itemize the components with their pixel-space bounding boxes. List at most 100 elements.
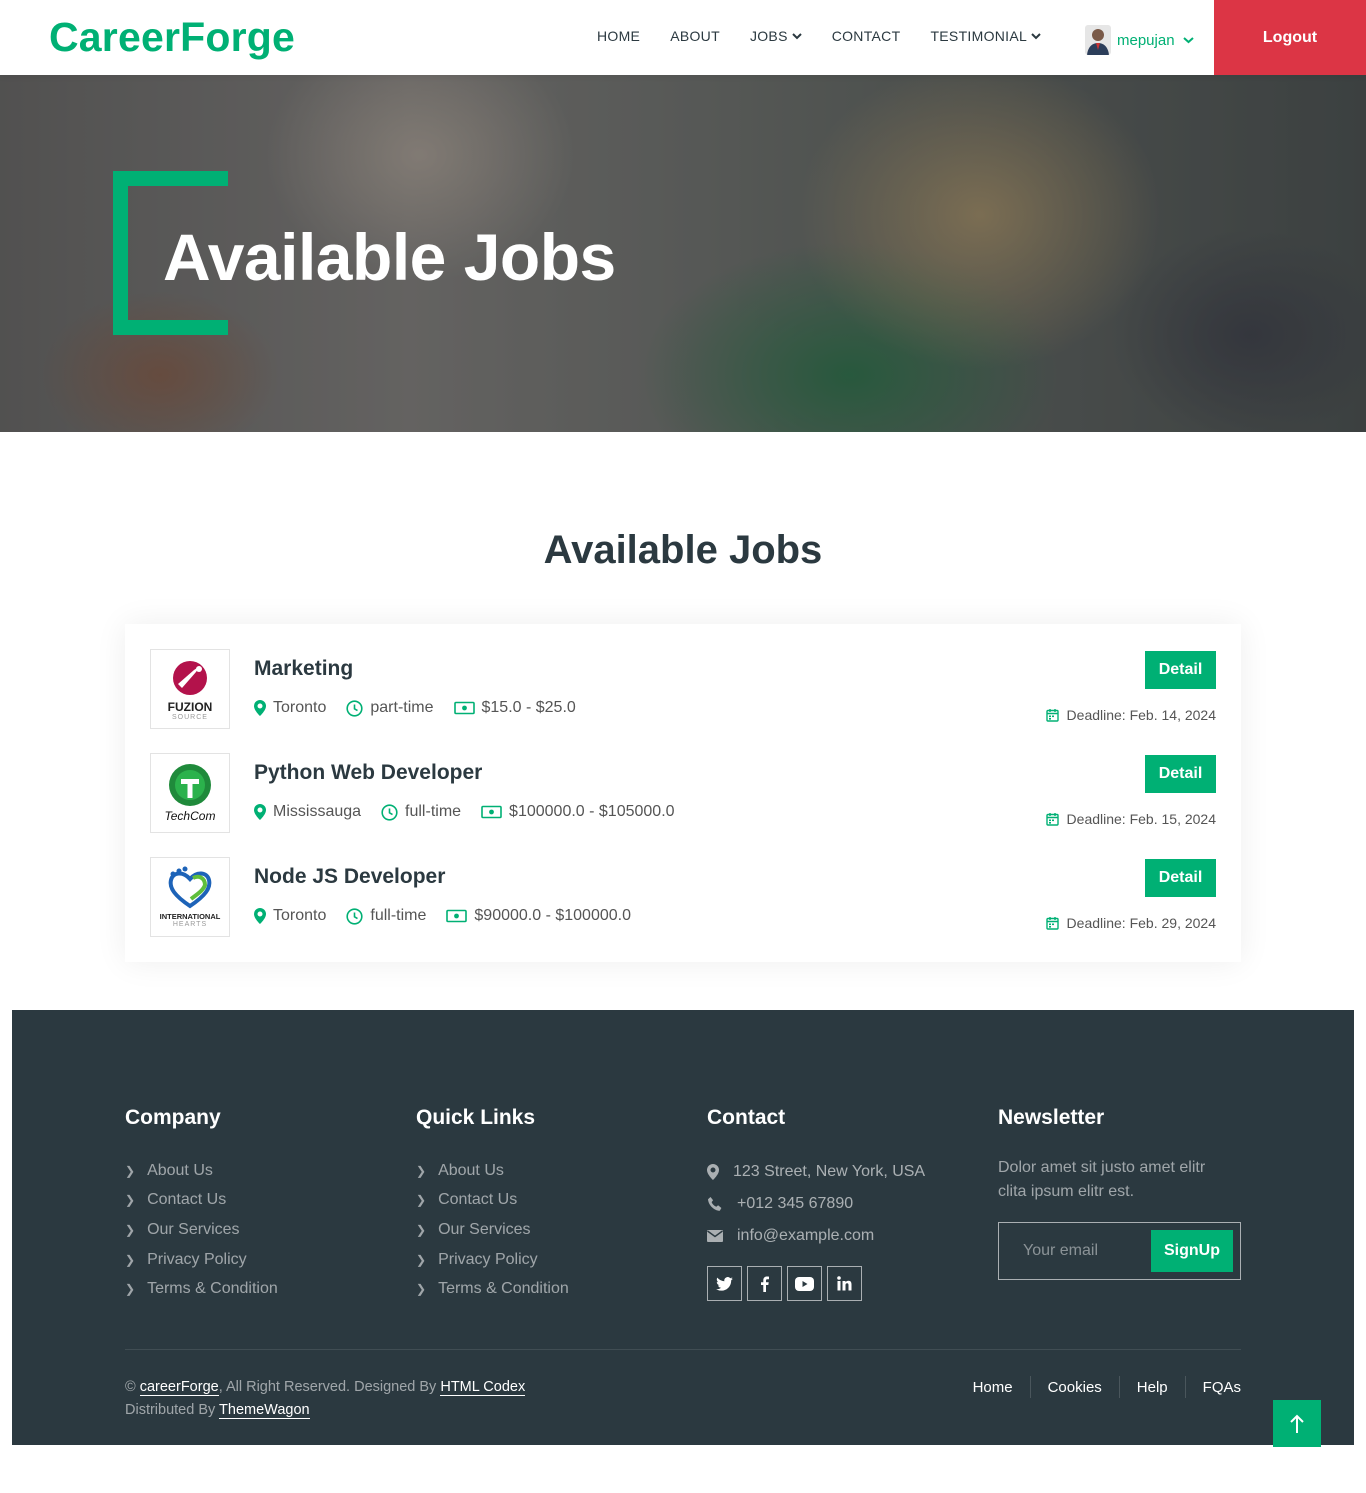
envelope-icon <box>707 1230 723 1242</box>
job-deadline: Deadline: Feb. 14, 2024 <box>1045 707 1216 723</box>
job-deadline: Deadline: Feb. 29, 2024 <box>1045 915 1216 931</box>
footer-link-label: Privacy Policy <box>147 1250 247 1268</box>
brand-logo[interactable]: CareerForge <box>49 14 295 61</box>
clock-icon <box>346 699 363 717</box>
money-bill-icon <box>481 805 502 819</box>
twitter-button[interactable] <box>707 1266 742 1301</box>
contact-phone: +012 345 67890 <box>707 1188 925 1220</box>
designer-link[interactable]: HTML Codex <box>440 1379 526 1396</box>
calendar-icon <box>1045 709 1059 722</box>
footer-menu-cookies[interactable]: Cookies <box>1048 1379 1102 1396</box>
footer-menu-fqas[interactable]: FQAs <box>1203 1379 1241 1396</box>
site-link[interactable]: careerForge <box>139 1379 219 1396</box>
job-deadline-text: Deadline: Feb. 29, 2024 <box>1066 915 1216 931</box>
user-menu[interactable]: mepujan <box>1085 25 1194 55</box>
footer-link-label: About Us <box>147 1161 213 1179</box>
footer-link-privacy[interactable]: ❯ Privacy Policy <box>416 1245 569 1275</box>
job-item: TechCom Python Web Developer Mississauga… <box>150 753 1216 833</box>
job-salary-text: $100000.0 - $105000.0 <box>509 803 675 820</box>
footer-link-about[interactable]: ❯ About Us <box>416 1156 569 1186</box>
chevron-right-icon: ❯ <box>125 1282 136 1297</box>
newsletter-form: SignUp <box>998 1222 1241 1280</box>
youtube-button[interactable] <box>787 1266 822 1301</box>
linkedin-button[interactable] <box>827 1266 862 1301</box>
nav-jobs[interactable]: JOBS <box>750 28 802 44</box>
footer-company-title: Company <box>125 1106 221 1129</box>
chevron-right-icon: ❯ <box>416 1252 427 1267</box>
footer-company: Company ❯ About Us ❯ Contact Us ❯ Our Servi… <box>125 1106 278 1304</box>
job-type-text: full-time <box>405 803 462 820</box>
company-logo-text: TechCom <box>164 809 216 823</box>
job-salary-text: $15.0 - $25.0 <box>481 699 576 716</box>
newsletter-email-input[interactable] <box>999 1223 1149 1279</box>
job-item: INTERNATIONAL HEARTS Node JS Developer T… <box>150 857 1216 937</box>
hero-banner: Available Jobs <box>0 75 1366 432</box>
job-title[interactable]: Node JS Developer <box>254 865 445 889</box>
company-logo-text: INTERNATIONAL <box>159 912 221 921</box>
chevron-down-icon <box>1182 37 1194 44</box>
nav-about[interactable]: ABOUT <box>670 28 720 44</box>
money-bill-icon <box>446 909 468 923</box>
company-logo: INTERNATIONAL HEARTS <box>150 857 230 937</box>
chevron-down-icon <box>1031 33 1041 40</box>
chevron-right-icon: ❯ <box>125 1193 136 1208</box>
back-to-top-button[interactable] <box>1273 1400 1321 1447</box>
detail-button[interactable]: Detail <box>1145 651 1216 689</box>
footer-newsletter-title: Newsletter <box>998 1106 1105 1129</box>
footer-link-services[interactable]: ❯ Our Services <box>125 1215 278 1245</box>
detail-button[interactable]: Detail <box>1145 859 1216 897</box>
detail-button[interactable]: Detail <box>1145 755 1216 793</box>
footer-contact-title: Contact <box>707 1106 786 1129</box>
footer-link-label: Terms & Condition <box>438 1280 569 1298</box>
job-location: Toronto <box>254 907 326 925</box>
job-type-text: full-time <box>370 907 427 924</box>
nav-testimonial[interactable]: TESTIMONIAL <box>930 28 1041 44</box>
nav-contact[interactable]: CONTACT <box>832 28 901 44</box>
section-title: Available Jobs <box>543 528 823 572</box>
job-item: FUZION SOURCE Marketing Toronto part-tim… <box>150 649 1216 729</box>
footer-link-contact[interactable]: ❯ Contact Us <box>416 1186 569 1216</box>
divider <box>1118 1376 1120 1398</box>
navbar: CareerForge HOME ABOUT JOBS CONTACT TEST… <box>0 0 1366 75</box>
distributor-link[interactable]: ThemeWagon <box>219 1402 310 1419</box>
job-salary-text: $90000.0 - $100000.0 <box>474 907 631 924</box>
youtube-icon <box>795 1276 814 1291</box>
chevron-right-icon: ❯ <box>416 1163 427 1178</box>
job-meta: Mississauga full-time $100000.0 - $10500… <box>254 803 695 821</box>
arrow-up-icon <box>1290 1414 1304 1433</box>
footer-quick-links: Quick Links ❯ About Us ❯ Contact Us ❯ Our S… <box>416 1106 569 1304</box>
map-marker-icon <box>254 908 266 924</box>
footer-link-about[interactable]: ❯ About Us <box>125 1156 278 1186</box>
nav-home-label: HOME <box>597 28 641 44</box>
footer-link-contact[interactable]: ❯ Contact Us <box>125 1186 278 1216</box>
contact-email-text: info@example.com <box>737 1227 875 1244</box>
job-title[interactable]: Marketing <box>254 657 353 681</box>
copyright-symbol: © <box>125 1379 136 1395</box>
job-title[interactable]: Python Web Developer <box>254 761 482 785</box>
footer-link-privacy[interactable]: ❯ Privacy Policy <box>125 1245 278 1275</box>
footer-link-terms[interactable]: ❯ Terms & Condition <box>416 1274 569 1304</box>
footer-menu-home[interactable]: Home <box>973 1379 1013 1396</box>
signup-button[interactable]: SignUp <box>1151 1230 1233 1272</box>
facebook-icon <box>761 1276 769 1292</box>
nav-testimonial-label: TESTIMONIAL <box>930 28 1028 44</box>
contact-email: info@example.com <box>707 1220 925 1252</box>
footer-link-label: Terms & Condition <box>147 1280 278 1298</box>
footer-quick-title: Quick Links <box>416 1106 536 1129</box>
nav-contact-label: CONTACT <box>831 28 901 44</box>
copyright-text: , All Right Reserved. Designed By <box>218 1379 437 1395</box>
footer-menu: Home Cookies Help FQAs <box>973 1376 1241 1398</box>
facebook-button[interactable] <box>747 1266 782 1301</box>
contact-phone-text: +012 345 67890 <box>737 1195 854 1212</box>
footer-divider <box>125 1349 1241 1350</box>
footer-newsletter: Newsletter Dolor amet sit justo amet eli… <box>998 1106 1241 1280</box>
logout-button[interactable]: Logout <box>1214 0 1366 75</box>
company-logo-subtext: HEARTS <box>172 921 208 928</box>
footer-menu-help[interactable]: Help <box>1137 1379 1168 1396</box>
footer-link-terms[interactable]: ❯ Terms & Condition <box>125 1274 278 1304</box>
map-marker-icon <box>254 804 266 820</box>
copyright: © careerForge, All Right Reserved. Desig… <box>125 1376 526 1422</box>
nav-home[interactable]: HOME <box>597 28 640 44</box>
calendar-icon <box>1045 917 1059 930</box>
footer-link-services[interactable]: ❯ Our Services <box>416 1215 569 1245</box>
